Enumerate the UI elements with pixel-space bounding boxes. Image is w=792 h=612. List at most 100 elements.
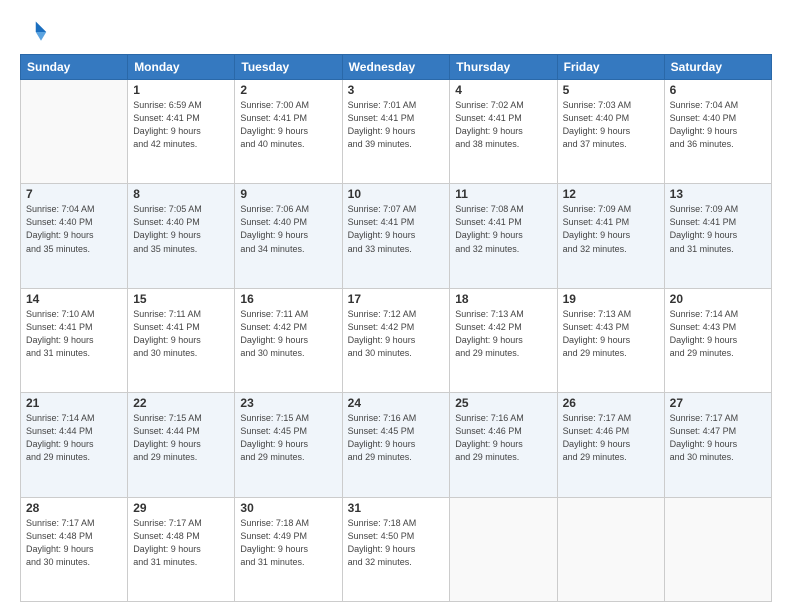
day-info: Sunrise: 7:17 AM Sunset: 4:47 PM Dayligh… <box>670 412 766 464</box>
day-number: 18 <box>455 292 551 306</box>
day-number: 27 <box>670 396 766 410</box>
logo-icon <box>20 18 48 46</box>
day-info: Sunrise: 7:13 AM Sunset: 4:43 PM Dayligh… <box>563 308 659 360</box>
logo <box>20 18 52 46</box>
calendar-cell: 29 Sunrise: 7:17 AM Sunset: 4:48 PM Dayli… <box>128 497 235 601</box>
calendar-cell: 19 Sunrise: 7:13 AM Sunset: 4:43 PM Dayli… <box>557 288 664 392</box>
day-header-thursday: Thursday <box>450 55 557 80</box>
day-info: Sunrise: 7:18 AM Sunset: 4:49 PM Dayligh… <box>240 517 336 569</box>
day-number: 13 <box>670 187 766 201</box>
day-number: 5 <box>563 83 659 97</box>
day-number: 11 <box>455 187 551 201</box>
day-info: Sunrise: 6:59 AM Sunset: 4:41 PM Dayligh… <box>133 99 229 151</box>
calendar-cell: 17 Sunrise: 7:12 AM Sunset: 4:42 PM Dayli… <box>342 288 450 392</box>
calendar-cell: 15Sunrise: 7:11 AM Sunset: 4:41 PM Dayli… <box>128 288 235 392</box>
day-info: Sunrise: 7:18 AM Sunset: 4:50 PM Dayligh… <box>348 517 445 569</box>
day-info: Sunrise: 7:16 AM Sunset: 4:45 PM Dayligh… <box>348 412 445 464</box>
day-header-saturday: Saturday <box>664 55 771 80</box>
day-number: 30 <box>240 501 336 515</box>
calendar-week-row: 1 Sunrise: 6:59 AM Sunset: 4:41 PM Daylig… <box>21 80 772 184</box>
calendar-cell: 9Sunrise: 7:06 AM Sunset: 4:40 PM Daylig… <box>235 184 342 288</box>
day-number: 3 <box>348 83 445 97</box>
day-number: 9 <box>240 187 336 201</box>
calendar-cell: 25 Sunrise: 7:16 AM Sunset: 4:46 PM Dayli… <box>450 393 557 497</box>
calendar-cell <box>664 497 771 601</box>
calendar-cell: 11 Sunrise: 7:08 AM Sunset: 4:41 PM Dayli… <box>450 184 557 288</box>
day-info: Sunrise: 7:11 AM Sunset: 4:41 PM Dayligh… <box>133 308 229 360</box>
day-number: 1 <box>133 83 229 97</box>
day-number: 7 <box>26 187 122 201</box>
calendar-cell <box>21 80 128 184</box>
calendar-week-row: 7 Sunrise: 7:04 AM Sunset: 4:40 PM Daylig… <box>21 184 772 288</box>
day-info: Sunrise: 7:04 AM Sunset: 4:40 PM Dayligh… <box>670 99 766 151</box>
calendar-header-row: SundayMondayTuesdayWednesdayThursdayFrid… <box>21 55 772 80</box>
day-info: Sunrise: 7:13 AM Sunset: 4:42 PM Dayligh… <box>455 308 551 360</box>
day-number: 22 <box>133 396 229 410</box>
calendar-cell: 1 Sunrise: 6:59 AM Sunset: 4:41 PM Daylig… <box>128 80 235 184</box>
day-number: 10 <box>348 187 445 201</box>
calendar-cell: 24 Sunrise: 7:16 AM Sunset: 4:45 PM Dayli… <box>342 393 450 497</box>
day-header-tuesday: Tuesday <box>235 55 342 80</box>
day-info: Sunrise: 7:01 AM Sunset: 4:41 PM Dayligh… <box>348 99 445 151</box>
day-number: 21 <box>26 396 122 410</box>
day-info: Sunrise: 7:10 AM Sunset: 4:41 PM Dayligh… <box>26 308 122 360</box>
day-info: Sunrise: 7:14 AM Sunset: 4:43 PM Dayligh… <box>670 308 766 360</box>
calendar-cell: 3 Sunrise: 7:01 AM Sunset: 4:41 PM Daylig… <box>342 80 450 184</box>
day-number: 2 <box>240 83 336 97</box>
header <box>20 18 772 46</box>
day-number: 26 <box>563 396 659 410</box>
calendar-week-row: 28 Sunrise: 7:17 AM Sunset: 4:48 PM Dayli… <box>21 497 772 601</box>
day-number: 8 <box>133 187 229 201</box>
day-info: Sunrise: 7:12 AM Sunset: 4:42 PM Dayligh… <box>348 308 445 360</box>
calendar-cell: 5 Sunrise: 7:03 AM Sunset: 4:40 PM Daylig… <box>557 80 664 184</box>
day-number: 12 <box>563 187 659 201</box>
day-info: Sunrise: 7:03 AM Sunset: 4:40 PM Dayligh… <box>563 99 659 151</box>
calendar-cell: 2Sunrise: 7:00 AM Sunset: 4:41 PM Daylig… <box>235 80 342 184</box>
calendar-cell <box>557 497 664 601</box>
day-number: 23 <box>240 396 336 410</box>
day-number: 17 <box>348 292 445 306</box>
day-number: 14 <box>26 292 122 306</box>
calendar-cell: 13Sunrise: 7:09 AM Sunset: 4:41 PM Dayli… <box>664 184 771 288</box>
day-info: Sunrise: 7:08 AM Sunset: 4:41 PM Dayligh… <box>455 203 551 255</box>
day-header-friday: Friday <box>557 55 664 80</box>
day-info: Sunrise: 7:17 AM Sunset: 4:46 PM Dayligh… <box>563 412 659 464</box>
calendar-cell: 8 Sunrise: 7:05 AM Sunset: 4:40 PM Daylig… <box>128 184 235 288</box>
calendar: SundayMondayTuesdayWednesdayThursdayFrid… <box>20 54 772 602</box>
day-number: 25 <box>455 396 551 410</box>
calendar-cell: 16Sunrise: 7:11 AM Sunset: 4:42 PM Dayli… <box>235 288 342 392</box>
day-info: Sunrise: 7:02 AM Sunset: 4:41 PM Dayligh… <box>455 99 551 151</box>
day-info: Sunrise: 7:16 AM Sunset: 4:46 PM Dayligh… <box>455 412 551 464</box>
calendar-week-row: 14 Sunrise: 7:10 AM Sunset: 4:41 PM Dayli… <box>21 288 772 392</box>
calendar-cell: 4 Sunrise: 7:02 AM Sunset: 4:41 PM Daylig… <box>450 80 557 184</box>
day-info: Sunrise: 7:17 AM Sunset: 4:48 PM Dayligh… <box>26 517 122 569</box>
calendar-cell: 20Sunrise: 7:14 AM Sunset: 4:43 PM Dayli… <box>664 288 771 392</box>
calendar-cell: 10 Sunrise: 7:07 AM Sunset: 4:41 PM Dayli… <box>342 184 450 288</box>
day-info: Sunrise: 7:07 AM Sunset: 4:41 PM Dayligh… <box>348 203 445 255</box>
day-info: Sunrise: 7:15 AM Sunset: 4:45 PM Dayligh… <box>240 412 336 464</box>
day-header-sunday: Sunday <box>21 55 128 80</box>
day-number: 31 <box>348 501 445 515</box>
day-number: 28 <box>26 501 122 515</box>
page: SundayMondayTuesdayWednesdayThursdayFrid… <box>0 0 792 612</box>
day-info: Sunrise: 7:11 AM Sunset: 4:42 PM Dayligh… <box>240 308 336 360</box>
calendar-cell: 12 Sunrise: 7:09 AM Sunset: 4:41 PM Dayli… <box>557 184 664 288</box>
day-header-monday: Monday <box>128 55 235 80</box>
day-number: 19 <box>563 292 659 306</box>
day-number: 24 <box>348 396 445 410</box>
day-header-wednesday: Wednesday <box>342 55 450 80</box>
calendar-cell: 28 Sunrise: 7:17 AM Sunset: 4:48 PM Dayli… <box>21 497 128 601</box>
day-info: Sunrise: 7:14 AM Sunset: 4:44 PM Dayligh… <box>26 412 122 464</box>
calendar-cell: 26 Sunrise: 7:17 AM Sunset: 4:46 PM Dayli… <box>557 393 664 497</box>
day-info: Sunrise: 7:05 AM Sunset: 4:40 PM Dayligh… <box>133 203 229 255</box>
day-info: Sunrise: 7:17 AM Sunset: 4:48 PM Dayligh… <box>133 517 229 569</box>
day-info: Sunrise: 7:09 AM Sunset: 4:41 PM Dayligh… <box>563 203 659 255</box>
calendar-cell: 31 Sunrise: 7:18 AM Sunset: 4:50 PM Dayli… <box>342 497 450 601</box>
day-number: 4 <box>455 83 551 97</box>
calendar-cell <box>450 497 557 601</box>
calendar-cell: 21 Sunrise: 7:14 AM Sunset: 4:44 PM Dayli… <box>21 393 128 497</box>
calendar-cell: 30 Sunrise: 7:18 AM Sunset: 4:49 PM Dayli… <box>235 497 342 601</box>
calendar-cell: 6Sunrise: 7:04 AM Sunset: 4:40 PM Daylig… <box>664 80 771 184</box>
day-info: Sunrise: 7:04 AM Sunset: 4:40 PM Dayligh… <box>26 203 122 255</box>
day-number: 29 <box>133 501 229 515</box>
